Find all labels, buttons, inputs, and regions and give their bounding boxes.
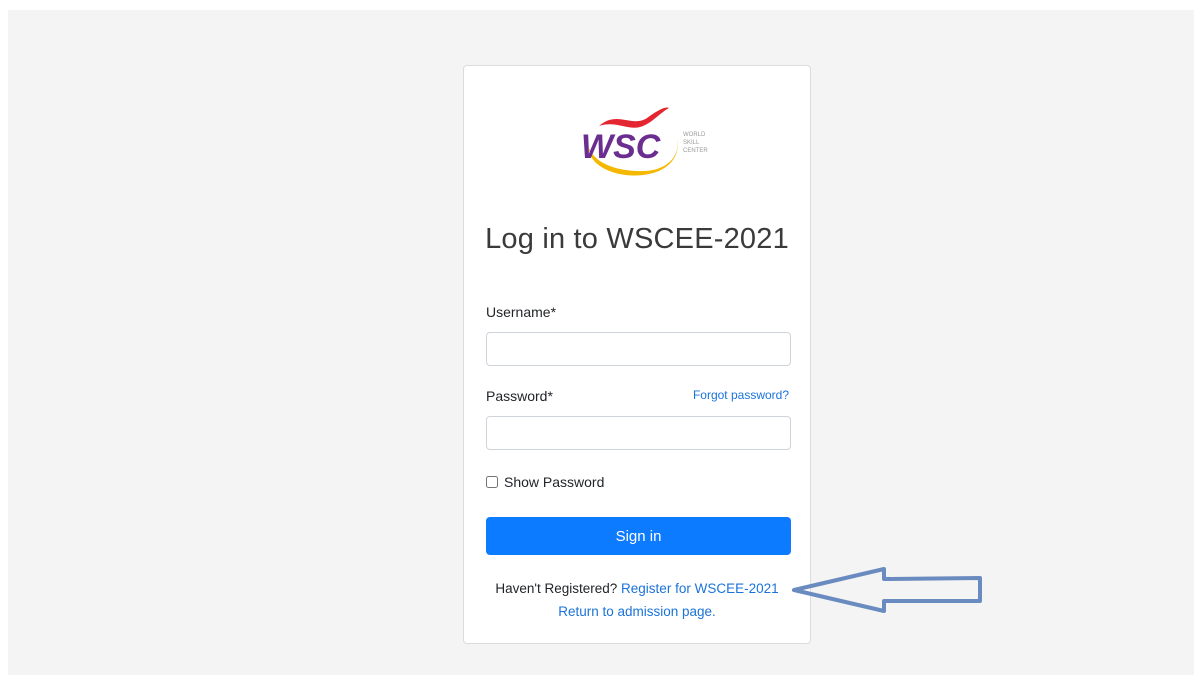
logo-wordmark: WSC [581, 128, 661, 166]
register-link[interactable]: Register for WSCEE-2021 [621, 581, 779, 596]
sign-in-button[interactable]: Sign in [486, 517, 791, 555]
register-line: Haven't Registered? Register for WSCEE-2… [464, 581, 810, 596]
register-prompt: Haven't Registered? [495, 581, 618, 596]
page-title: Log in to WSCEE-2021 [485, 223, 789, 255]
login-card: WSC WORLD SKILL CENTER Log in to WSCEE-2… [463, 65, 811, 644]
password-label: Password* [486, 388, 553, 404]
return-line: Return to admission page. [464, 604, 810, 619]
wsc-logo: WSC WORLD SKILL CENTER [581, 107, 708, 176]
logo-tagline-1: WORLD [683, 132, 706, 138]
show-password-toggle[interactable]: Show Password [486, 474, 604, 490]
logo-tagline-3: CENTER [683, 148, 708, 154]
show-password-checkbox[interactable] [486, 476, 498, 488]
forgot-password-link[interactable]: Forgot password? [693, 388, 789, 402]
username-label: Username* [486, 304, 557, 320]
return-to-admission-link[interactable]: Return to admission page. [558, 604, 716, 619]
show-password-label: Show Password [504, 474, 605, 490]
password-input[interactable] [486, 416, 791, 450]
username-input[interactable] [486, 332, 791, 366]
logo-tagline-2: SKILL [683, 140, 700, 146]
left-arrow-icon [792, 567, 982, 613]
